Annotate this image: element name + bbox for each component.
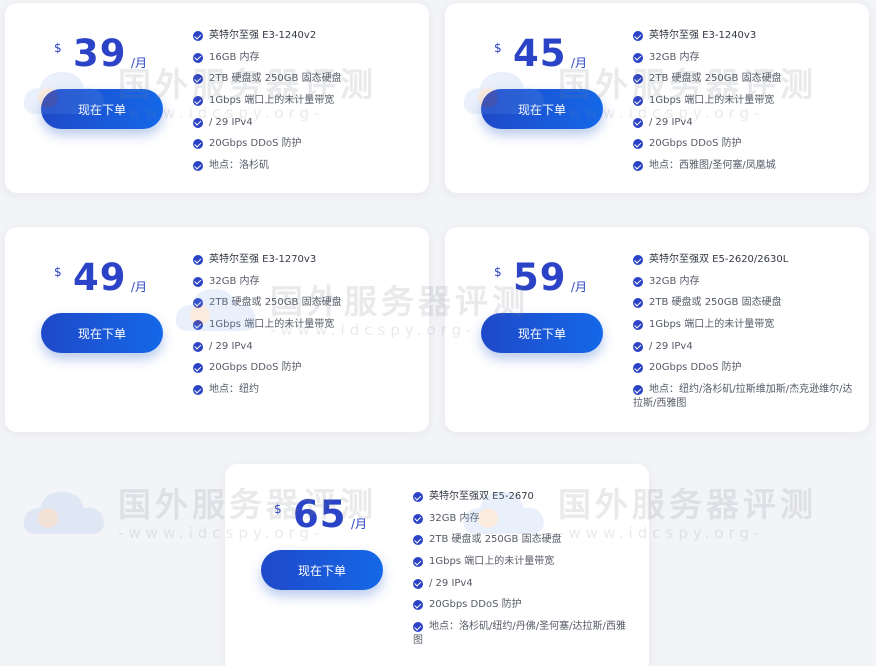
check-icon [633, 139, 643, 150]
feature-item: / 29 IPv4 [193, 116, 342, 130]
currency-symbol: $ [274, 502, 282, 516]
feature-item: 2TB 硬盘或 250GB 固态硬盘 [193, 296, 342, 310]
feature-item: 2TB 硬盘或 250GB 固态硬盘 [633, 72, 782, 86]
feature-item: 2TB 硬盘或 250GB 固态硬盘 [633, 296, 853, 310]
price-period: /月 [351, 517, 368, 531]
feature-list: 英特尔至强 E3-1240v3 32GB 内存 2TB 硬盘或 250GB 固态… [633, 29, 782, 181]
feature-item: 16GB 内存 [193, 51, 342, 65]
check-icon [413, 600, 423, 611]
feature-item: 英特尔至强 E3-1270v3 [193, 253, 342, 267]
check-icon [633, 31, 643, 41]
cloud-logo-icon [23, 492, 104, 534]
feature-item: 1Gbps 端口上的未计量带宽 [633, 318, 853, 332]
feature-item: 20Gbps DDoS 防护 [633, 361, 853, 375]
plan-price: 65 [293, 493, 347, 536]
plan-card-45: $ 45 /月 现在下单 英特尔至强 E3-1240v3 32GB 内存 2TB… [445, 3, 869, 193]
feature-item: 2TB 硬盘或 250GB 固态硬盘 [193, 72, 342, 86]
check-icon [413, 557, 423, 568]
currency-symbol: $ [54, 41, 62, 55]
check-icon [633, 320, 643, 331]
plan-card-59: $ 59 /月 现在下单 英特尔至强双 E5-2620/2630L 32GB 内… [445, 227, 869, 432]
plan-card-65: $ 65 /月 现在下单 英特尔至强双 E5-2670 32GB 内存 2TB … [225, 464, 649, 666]
feature-item: / 29 IPv4 [633, 116, 782, 130]
feature-item: 20Gbps DDoS 防护 [413, 598, 633, 612]
price-period: /月 [131, 280, 148, 294]
currency-symbol: $ [494, 265, 502, 279]
plan-card-39: $ 39 /月 现在下单 英特尔至强 E3-1240v2 16GB 内存 2TB… [5, 3, 429, 193]
plan-price: 39 [73, 32, 127, 75]
feature-item: 英特尔至强双 E5-2620/2630L [633, 253, 853, 267]
currency-symbol: $ [494, 41, 502, 55]
feature-item: 地点：纽约 [193, 383, 342, 397]
check-icon [633, 276, 643, 287]
feature-item: 2TB 硬盘或 250GB 固态硬盘 [413, 533, 633, 547]
feature-item: 地点：纽约/洛杉矶/拉斯维加斯/杰克逊维尔/达拉斯/西雅图 [633, 384, 853, 410]
check-icon [193, 276, 203, 287]
order-now-button[interactable]: 现在下单 [481, 313, 603, 353]
check-icon [193, 31, 203, 41]
check-icon [193, 298, 203, 309]
feature-item: / 29 IPv4 [633, 340, 853, 354]
plan-price: 45 [513, 32, 567, 75]
order-now-button[interactable]: 现在下单 [481, 89, 603, 129]
check-icon [633, 96, 643, 107]
feature-item: 32GB 内存 [193, 275, 342, 289]
plan-price: 59 [513, 256, 567, 299]
check-icon [193, 320, 203, 331]
feature-item: 地点：洛杉矶/纽约/丹佛/圣何塞/达拉斯/西雅图 [413, 621, 626, 647]
feature-item: 20Gbps DDoS 防护 [633, 137, 782, 151]
feature-item: 1Gbps 端口上的未计量带宽 [413, 555, 633, 569]
feature-list: 英特尔至强双 E5-2670 32GB 内存 2TB 硬盘或 250GB 固态硬… [413, 490, 633, 656]
feature-item: 英特尔至强双 E5-2670 [413, 490, 633, 504]
check-icon [633, 117, 643, 128]
check-icon [413, 513, 423, 524]
order-now-button[interactable]: 现在下单 [41, 313, 163, 353]
check-icon [193, 161, 203, 172]
order-now-button[interactable]: 现在下单 [261, 550, 383, 590]
check-icon [633, 341, 643, 352]
feature-item: 1Gbps 端口上的未计量带宽 [193, 94, 342, 108]
check-icon [633, 298, 643, 309]
check-icon [633, 52, 643, 63]
check-icon [633, 161, 643, 172]
plan-price: 49 [73, 256, 127, 299]
check-icon [193, 74, 203, 85]
feature-list: 英特尔至强 E3-1240v2 16GB 内存 2TB 硬盘或 250GB 固态… [193, 29, 342, 181]
feature-list: 英特尔至强 E3-1270v3 32GB 内存 2TB 硬盘或 250GB 固态… [193, 253, 342, 405]
feature-item: 20Gbps DDoS 防护 [193, 137, 342, 151]
feature-item: 英特尔至强 E3-1240v2 [193, 29, 342, 43]
order-now-button[interactable]: 现在下单 [41, 89, 163, 129]
check-icon [193, 363, 203, 374]
check-icon [193, 139, 203, 150]
feature-item: 20Gbps DDoS 防护 [193, 361, 342, 375]
feature-item: 地点：西雅图/圣何塞/凤凰城 [633, 159, 782, 173]
feature-item: / 29 IPv4 [413, 577, 633, 591]
check-icon [633, 363, 643, 374]
feature-item: / 29 IPv4 [193, 340, 342, 354]
check-icon [413, 535, 423, 546]
feature-item: 地点：洛杉矶 [193, 159, 342, 173]
check-icon [413, 492, 423, 502]
check-icon [193, 385, 203, 396]
check-icon [193, 52, 203, 63]
price-period: /月 [131, 56, 148, 70]
price-period: /月 [571, 56, 588, 70]
feature-item: 32GB 内存 [633, 275, 853, 289]
currency-symbol: $ [54, 265, 62, 279]
check-icon [633, 255, 643, 265]
check-icon [193, 117, 203, 128]
plan-card-49: $ 49 /月 现在下单 英特尔至强 E3-1270v3 32GB 内存 2TB… [5, 227, 429, 432]
feature-item: 英特尔至强 E3-1240v3 [633, 29, 782, 43]
check-icon [193, 341, 203, 352]
feature-item: 1Gbps 端口上的未计量带宽 [193, 318, 342, 332]
price-period: /月 [571, 280, 588, 294]
feature-list: 英特尔至强双 E5-2620/2630L 32GB 内存 2TB 硬盘或 250… [633, 253, 853, 419]
feature-item: 32GB 内存 [633, 51, 782, 65]
feature-item: 1Gbps 端口上的未计量带宽 [633, 94, 782, 108]
check-icon [633, 74, 643, 85]
check-icon [193, 255, 203, 265]
feature-item: 32GB 内存 [413, 512, 633, 526]
check-icon [193, 96, 203, 107]
check-icon [413, 578, 423, 589]
